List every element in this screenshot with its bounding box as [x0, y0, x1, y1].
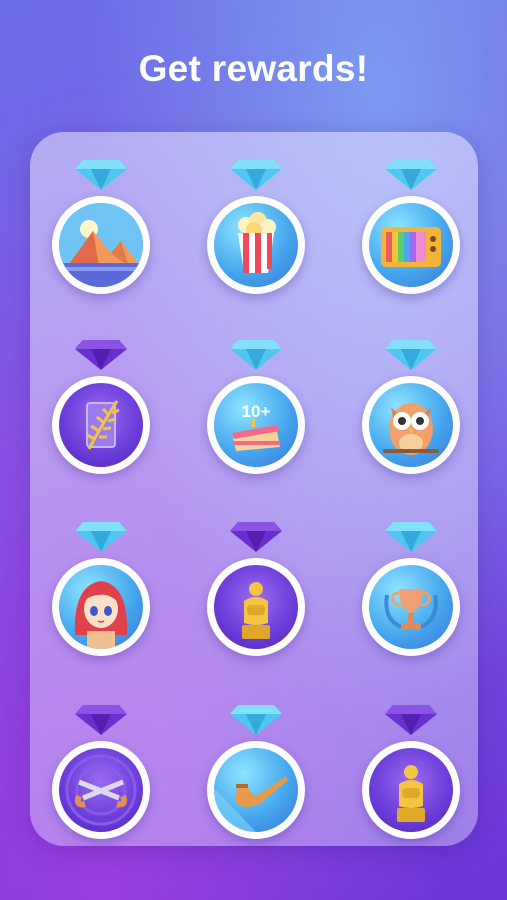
- blue-gem-icon: [385, 522, 437, 552]
- birthday-cake-icon: 10+: [214, 383, 298, 467]
- mountains-icon: [59, 203, 143, 287]
- reward-medal-palm[interactable]: [51, 340, 151, 480]
- purple-gem-icon: [230, 522, 282, 552]
- rewards-panel: 10+: [30, 132, 478, 846]
- smoking-pipe-icon: [214, 748, 298, 832]
- cake-caption: 10+: [242, 402, 271, 421]
- reward-medal-owl[interactable]: [361, 340, 461, 480]
- purple-gem-icon: [75, 340, 127, 370]
- reward-medal-oscar[interactable]: [206, 522, 306, 662]
- blue-gem-icon: [75, 160, 127, 190]
- trophy-cup-icon: [369, 565, 453, 649]
- reward-medal-pistols[interactable]: [51, 705, 151, 845]
- reward-medal-tv[interactable]: [361, 160, 461, 300]
- blue-gem-icon: [385, 340, 437, 370]
- reward-medal-popcorn[interactable]: [206, 160, 306, 300]
- reward-medal-oscar-2[interactable]: [361, 705, 461, 845]
- reward-medal-girl[interactable]: [51, 522, 151, 662]
- blue-gem-icon: [230, 705, 282, 735]
- purple-gem-icon: [75, 705, 127, 735]
- owl-icon: [369, 383, 453, 467]
- reward-medal-trophy[interactable]: [361, 522, 461, 662]
- oscar-statue-icon: [214, 565, 298, 649]
- popcorn-icon: [214, 203, 298, 287]
- blue-gem-icon: [230, 160, 282, 190]
- blue-gem-icon: [385, 160, 437, 190]
- blue-gem-icon: [230, 340, 282, 370]
- blue-gem-icon: [75, 522, 127, 552]
- page-title: Get rewards!: [138, 48, 369, 89]
- retro-tv-icon: [369, 203, 453, 287]
- palm-branch-icon: [59, 383, 143, 467]
- crossed-pistols-icon: [59, 748, 143, 832]
- purple-gem-icon: [385, 705, 437, 735]
- reward-medal-mountains[interactable]: [51, 160, 151, 300]
- reward-medal-cake[interactable]: 10+: [206, 340, 306, 480]
- reward-medal-pipe[interactable]: [206, 705, 306, 845]
- oscar-statue-icon: [369, 748, 453, 832]
- anime-girl-icon: [59, 565, 143, 649]
